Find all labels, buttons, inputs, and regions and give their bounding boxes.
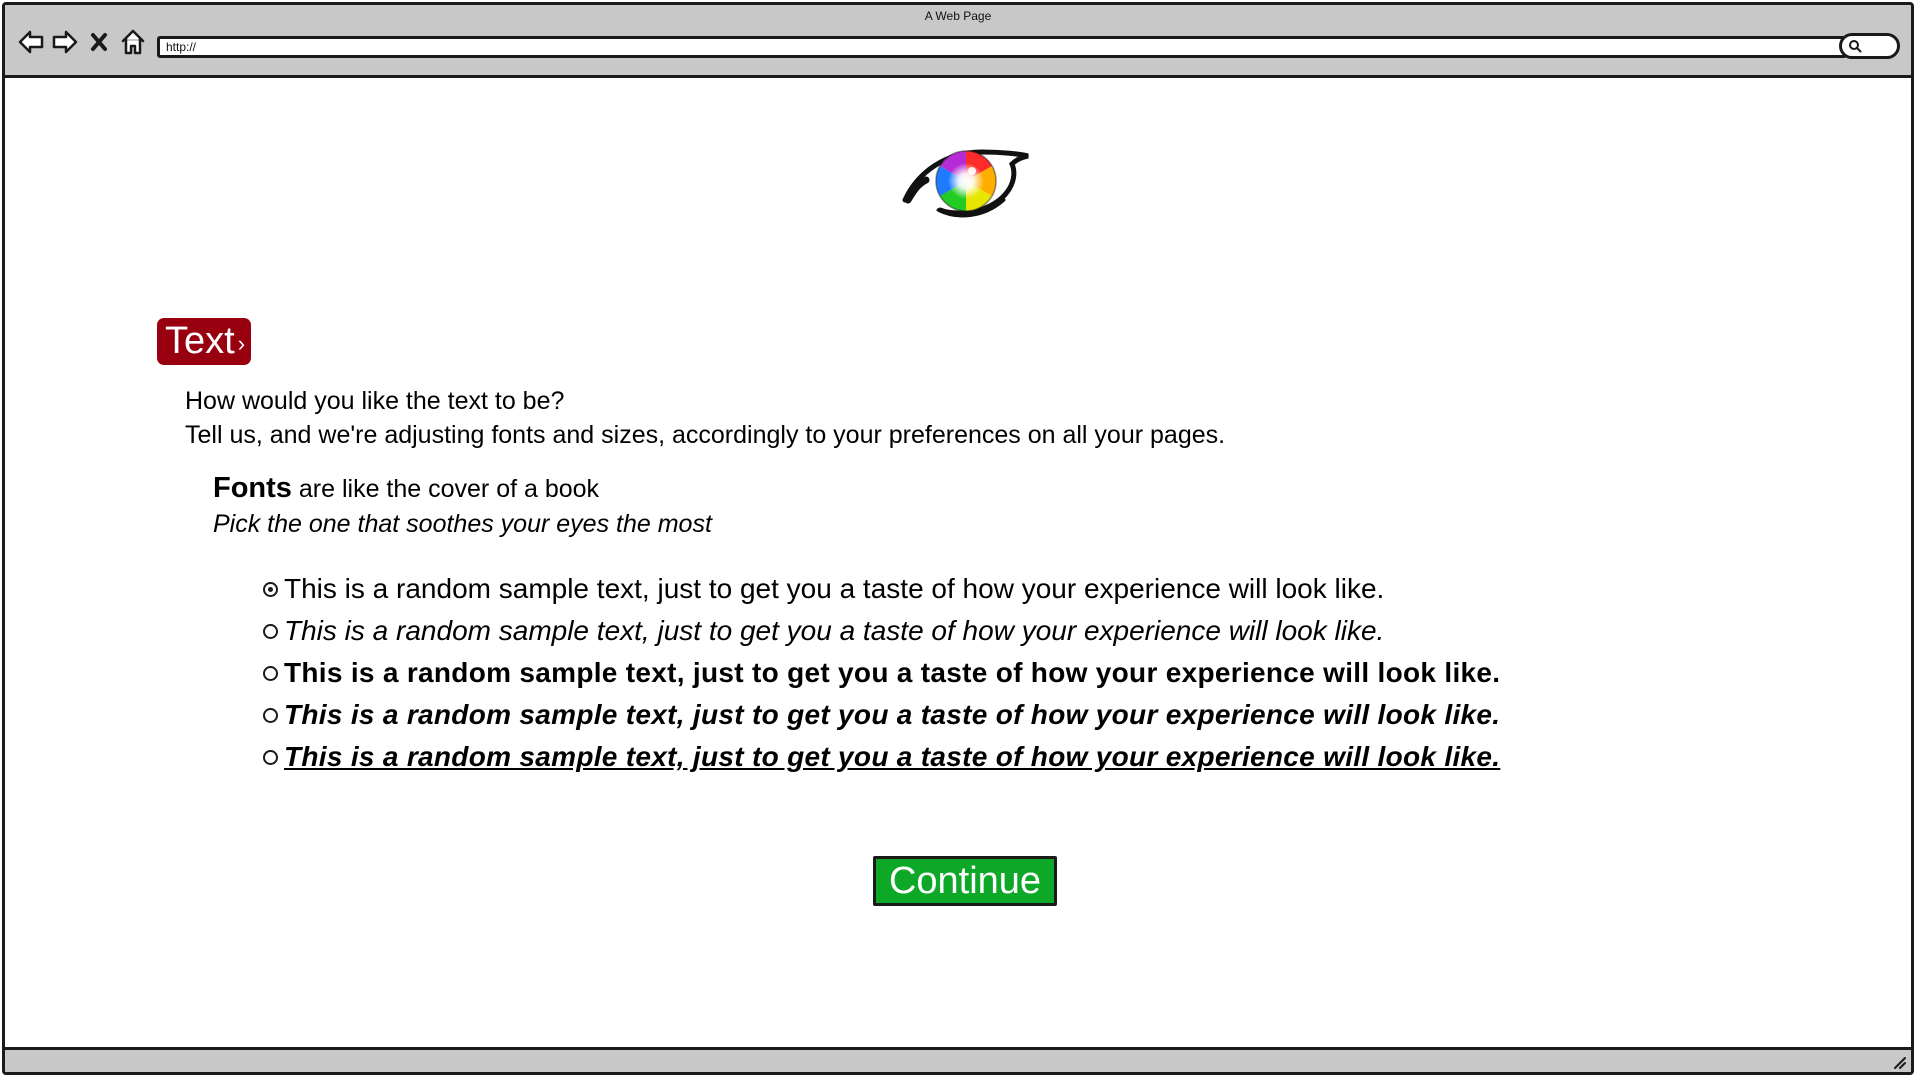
font-option-bold-italic[interactable]: This is a random sample text, just to ge… [263, 694, 1500, 736]
intro-question: How would you like the text to be? [185, 387, 565, 415]
resize-grip-icon[interactable] [1891, 1054, 1907, 1070]
chevron-right-icon: › [237, 330, 246, 356]
browser-toolbar: A Web Page http:// [5, 5, 1911, 78]
font-option-label: This is a random sample text, just to ge… [284, 657, 1501, 688]
radio-button[interactable] [263, 665, 278, 681]
font-option-bold[interactable]: This is a random sample text, just to ge… [263, 652, 1500, 694]
font-option-italic[interactable]: This is a random sample text, just to ge… [263, 610, 1500, 652]
font-options-list: This is a random sample text, just to ge… [263, 568, 1500, 778]
radio-button-selected[interactable] [263, 581, 278, 597]
search-field[interactable] [1839, 33, 1900, 59]
browser-window: A Web Page http:// Text › How would you … [2, 2, 1914, 1075]
back-arrow-icon[interactable] [17, 27, 45, 57]
section-badge[interactable]: Text › [157, 318, 252, 365]
rainbow-eye-icon [902, 149, 1029, 218]
continue-button[interactable]: Continue [873, 856, 1057, 906]
font-option-label: This is a random sample text, just to ge… [284, 615, 1385, 646]
radio-button[interactable] [263, 707, 278, 723]
search-icon [1849, 40, 1862, 53]
address-bar[interactable]: http:// [157, 36, 1847, 58]
radio-button[interactable] [263, 623, 278, 639]
fonts-heading-bold: Fonts [213, 472, 292, 504]
section-badge-label: Text [165, 320, 235, 362]
fonts-heading-block: Fonts are like the cover of a book Pick … [213, 471, 712, 542]
fonts-heading: Fonts are like the cover of a book [213, 471, 712, 507]
close-icon[interactable] [85, 27, 113, 57]
status-bar [5, 1047, 1911, 1072]
page-content: Text › How would you like the text to be… [5, 78, 1911, 1047]
window-title: A Web Page [924, 9, 992, 23]
intro-description: Tell us, and we're adjusting fonts and s… [185, 421, 1226, 449]
radio-button[interactable] [263, 749, 278, 765]
intro-text: How would you like the text to be? Tell … [185, 384, 1225, 452]
forward-arrow-icon[interactable] [51, 27, 79, 57]
font-option-label: This is a random sample text, just to ge… [284, 699, 1501, 730]
home-icon[interactable] [119, 27, 147, 57]
font-option-bold-italic-underline[interactable]: This is a random sample text, just to ge… [263, 736, 1500, 778]
nav-buttons [17, 25, 147, 59]
fonts-heading-rest: are like the cover of a book [291, 475, 600, 503]
font-option-label: This is a random sample text, just to ge… [284, 741, 1501, 772]
fonts-subheading: Pick the one that soothes your eyes the … [213, 510, 712, 538]
font-option-label: This is a random sample text, just to ge… [284, 573, 1385, 604]
font-option-regular[interactable]: This is a random sample text, just to ge… [263, 568, 1500, 610]
